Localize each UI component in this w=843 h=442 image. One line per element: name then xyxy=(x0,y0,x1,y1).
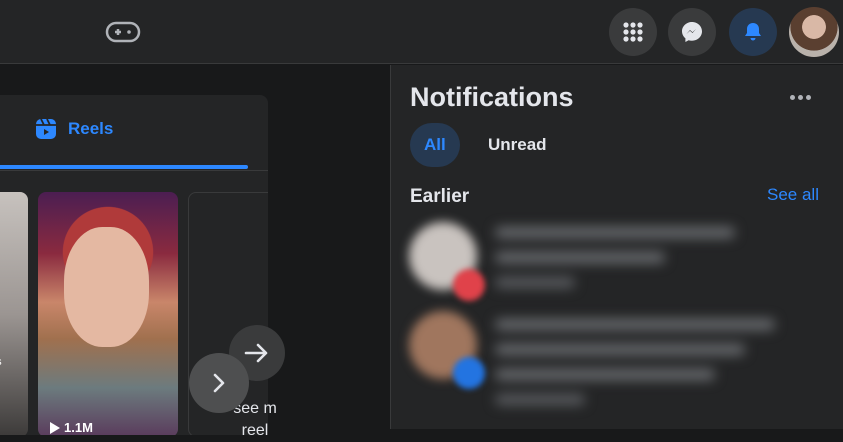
reel-thumbnail[interactable]: 1.1M xyxy=(38,192,178,435)
more-dots-icon xyxy=(789,94,795,100)
reel-view-count: 1.1M xyxy=(50,420,93,435)
filter-all[interactable]: All xyxy=(410,123,460,167)
active-tab-indicator xyxy=(0,165,248,169)
gamepad-icon xyxy=(105,21,141,43)
play-icon xyxy=(50,421,60,434)
arrow-right-icon xyxy=(244,343,268,363)
see-all-link[interactable]: See all xyxy=(767,185,819,205)
reel-image-face xyxy=(64,227,149,347)
news-feed: Reels us 1.1M see mreel xyxy=(0,65,390,439)
messenger-icon xyxy=(682,22,702,42)
menu-button[interactable] xyxy=(609,8,657,56)
carousel-next-button[interactable] xyxy=(189,353,249,413)
notification-item[interactable] xyxy=(409,217,829,307)
notification-text-blurred xyxy=(495,227,795,307)
notification-type-badge xyxy=(453,357,485,389)
divider xyxy=(0,170,268,171)
section-earlier: Earlier xyxy=(410,186,470,207)
profile-avatar[interactable] xyxy=(789,7,839,57)
reel-caption-fragment: us xyxy=(0,356,2,368)
gaming-nav-button[interactable] xyxy=(102,16,144,48)
notification-type-badge xyxy=(453,269,485,301)
reel-views-label: 1.1M xyxy=(64,420,93,435)
chevron-right-icon xyxy=(213,373,225,393)
notifications-title: Notifications xyxy=(410,82,574,112)
reels-icon xyxy=(36,118,56,139)
tab-reels[interactable]: Reels xyxy=(34,117,113,141)
notification-item[interactable] xyxy=(409,305,829,405)
top-navigation-bar xyxy=(0,0,843,64)
notifications-panel: Notifications All Unread Earlier See all xyxy=(390,65,843,429)
reel-thumbnail[interactable]: us xyxy=(0,192,28,435)
grid-menu-icon xyxy=(623,22,643,42)
messenger-button[interactable] xyxy=(668,8,716,56)
notification-text-blurred xyxy=(495,319,795,405)
notifications-button[interactable] xyxy=(729,8,777,56)
tab-reels-label: Reels xyxy=(68,119,114,138)
filter-unread[interactable]: Unread xyxy=(474,123,561,167)
more-options-button[interactable] xyxy=(786,87,814,107)
bell-icon xyxy=(745,23,761,41)
